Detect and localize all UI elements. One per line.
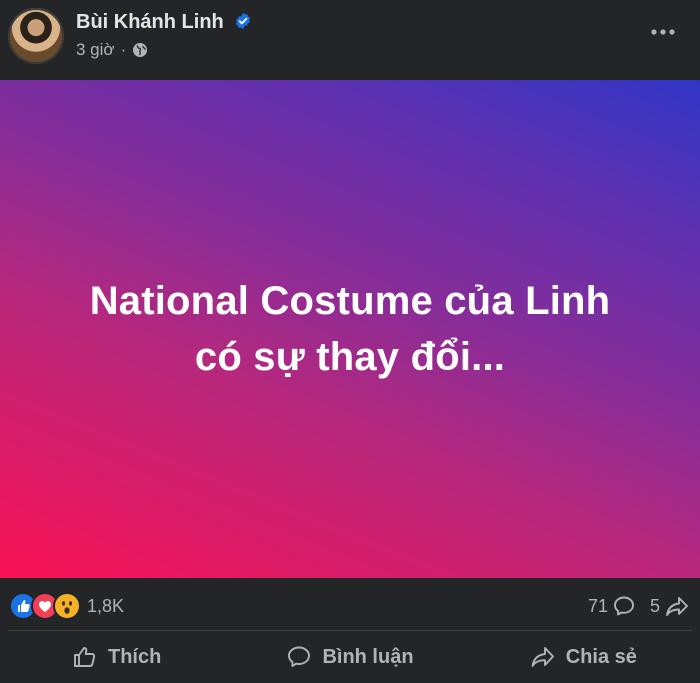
author-avatar[interactable] — [8, 8, 64, 64]
comment-button-label: Bình luận — [322, 645, 414, 668]
wow-reaction-icon — [53, 592, 81, 620]
reactions-summary[interactable]: 1,8K — [9, 592, 124, 620]
more-options-icon[interactable] — [650, 22, 676, 42]
share-arrow-icon — [531, 647, 554, 667]
comment-icon — [614, 596, 634, 616]
shares-count-link[interactable]: 5 — [650, 594, 690, 618]
post-meta: 3 giờ · — [76, 40, 148, 60]
post-stats: 1,8K 71 5 — [0, 578, 700, 630]
engagement-counts: 71 5 — [588, 594, 690, 618]
thumbs-up-icon — [74, 647, 96, 667]
post-text: National Costume của Linh có sự thay đổi… — [50, 273, 650, 385]
comment-bubble-icon — [288, 646, 311, 667]
post-background-text[interactable]: National Costume của Linh có sự thay đổi… — [0, 80, 700, 578]
comments-count-link[interactable]: 71 — [588, 594, 636, 618]
post-header: Bùi Khánh Linh 3 giờ · — [0, 0, 700, 80]
share-count: 5 — [649, 595, 660, 616]
globe-icon — [133, 43, 148, 57]
verified-badge-icon — [236, 12, 250, 30]
reaction-count: 1,8K — [87, 595, 125, 616]
like-button[interactable]: Thích — [0, 631, 233, 683]
like-button-label: Thích — [107, 645, 162, 668]
share-icon — [666, 597, 688, 616]
post-text-line-1: National Costume của Linh — [89, 279, 611, 323]
comment-button[interactable]: Bình luận — [233, 631, 466, 683]
post-time[interactable]: 3 giờ — [76, 40, 115, 60]
post-text-line-2: có sự thay đổi... — [194, 335, 506, 379]
meta-separator: · — [120, 40, 127, 59]
share-button[interactable]: Chia sẻ — [467, 631, 700, 683]
comment-count: 71 — [587, 595, 608, 616]
share-button-label: Chia sẻ — [565, 645, 637, 668]
post-actions: Thích Bình luận Chia sẻ — [0, 631, 700, 683]
author-name[interactable]: Bùi Khánh Linh — [76, 11, 224, 34]
